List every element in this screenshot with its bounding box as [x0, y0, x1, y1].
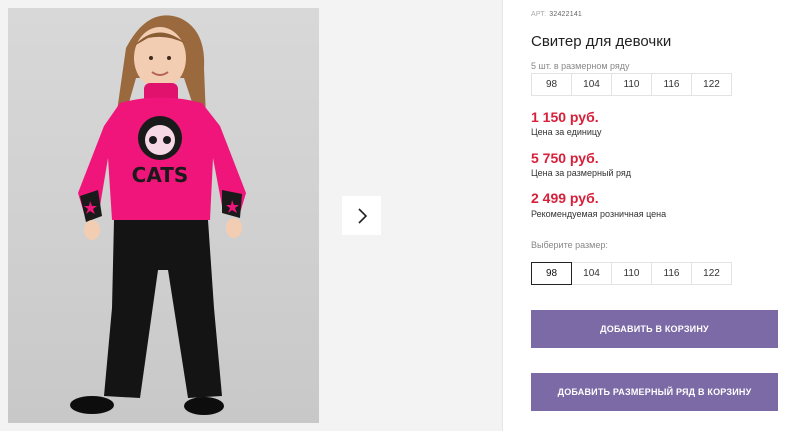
size-option-116[interactable]: 116: [651, 262, 692, 285]
sweater-print-text: CATS: [132, 163, 189, 187]
pack-size-104: 104: [571, 73, 612, 96]
unit-price: 1 150 руб.: [531, 109, 599, 125]
article-number: АРТ. 32422141: [531, 11, 582, 18]
size-option-110[interactable]: 110: [611, 262, 652, 285]
pack-size-116: 116: [651, 73, 692, 96]
unit-price-caption: Цена за единицу: [531, 127, 602, 137]
chevron-right-icon: [357, 207, 367, 224]
pack-size-110: 110: [611, 73, 652, 96]
pack-price: 5 750 руб.: [531, 150, 599, 166]
size-select-label: Выберите размер:: [531, 240, 608, 250]
size-option-104[interactable]: 104: [571, 262, 612, 285]
size-selector: 98 104 110 116 122: [531, 262, 732, 285]
retail-price-caption: Рекомендуемая розничная цена: [531, 209, 667, 219]
article-label: АРТ.: [531, 11, 547, 18]
product-photo[interactable]: CATS: [8, 8, 319, 423]
add-pack-to-cart-button[interactable]: ДОБАВИТЬ РАЗМЕРНЫЙ РЯД В КОРЗИНУ: [531, 373, 778, 411]
product-title: Свитер для девочки: [531, 33, 672, 50]
pack-price-caption: Цена за размерный ряд: [531, 168, 632, 178]
pack-size-98: 98: [531, 73, 572, 96]
add-to-cart-button[interactable]: ДОБАВИТЬ В КОРЗИНУ: [531, 310, 778, 348]
pack-size-row: 98 104 110 116 122: [531, 73, 732, 96]
size-option-122[interactable]: 122: [691, 262, 732, 285]
product-photo-illustration: CATS: [70, 15, 246, 415]
product-info: АРТ. 32422141 Свитер для девочки 5 шт. в …: [531, 0, 791, 431]
size-option-98[interactable]: 98: [531, 262, 572, 285]
next-image-button[interactable]: [342, 196, 381, 235]
retail-price: 2 499 руб.: [531, 190, 599, 206]
article-value: 32422141: [549, 11, 583, 18]
pack-size-122: 122: [691, 73, 732, 96]
pack-note: 5 шт. в размерном ряду: [531, 61, 630, 71]
product-gallery: CATS: [0, 0, 503, 431]
